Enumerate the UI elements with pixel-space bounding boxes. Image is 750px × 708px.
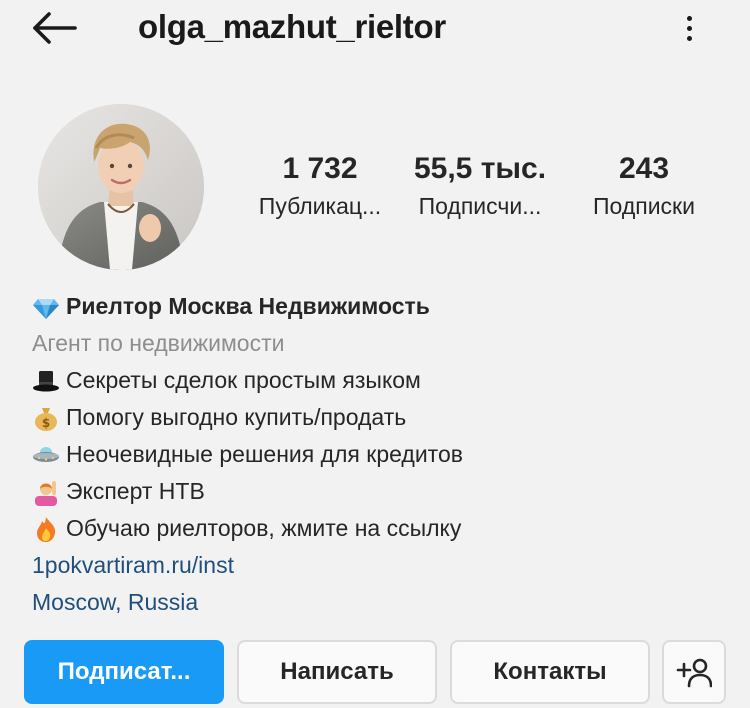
stat-followers[interactable]: 55,5 тыс. Подписчи...	[404, 150, 556, 224]
stat-followers-value: 55,5 тыс.	[413, 152, 547, 185]
bio-line-text: Помогу выгодно купить/продать	[66, 404, 407, 430]
profile-avatar[interactable]	[38, 104, 204, 270]
flying-saucer-icon	[33, 446, 59, 462]
more-options-button[interactable]	[672, 8, 706, 48]
bio-name-row: Риелтор Москва Недвижимость	[32, 288, 732, 325]
add-user-icon	[676, 658, 712, 688]
bio-category: Агент по недвижимости	[32, 330, 285, 356]
more-vertical-icon	[686, 15, 692, 21]
bio-name: Риелтор Москва Недвижимость	[66, 293, 430, 319]
top-hat-icon	[33, 370, 59, 391]
bio-line: Секреты сделок простым языком	[32, 362, 732, 399]
woman-raising-hand-icon	[35, 480, 57, 506]
bio-line: $ Помогу выгодно купить/продать	[32, 399, 732, 436]
bio-line-text: Эксперт НТВ	[66, 478, 205, 504]
stat-following-label: Подписки	[593, 193, 695, 219]
diamond-icon	[33, 298, 59, 319]
suggested-users-button[interactable]	[662, 640, 726, 704]
stat-posts[interactable]: 1 732 Публикац...	[246, 150, 394, 224]
stat-followers-label: Подписчи...	[418, 193, 542, 219]
bio-line: Обучаю риелторов, жмите на ссылку	[32, 510, 732, 547]
bio-location-link[interactable]: Moscow, Russia	[32, 584, 732, 621]
bio-line-text: Секреты сделок простым языком	[66, 367, 421, 393]
back-button[interactable]	[30, 10, 78, 46]
stat-following-value: 243	[618, 152, 670, 185]
svg-text:$: $	[42, 416, 50, 430]
top-bar: olga_mazhut_rieltor	[0, 0, 750, 60]
message-button[interactable]: Написать	[237, 640, 437, 704]
stat-posts-value: 1 732	[282, 152, 358, 185]
arrow-left-icon	[33, 12, 77, 44]
bio-line: Неочевидные решения для кредитов	[32, 436, 732, 473]
bio-line-text: Неочевидные решения для кредитов	[66, 441, 463, 467]
money-bag-icon: $	[35, 407, 57, 431]
profile-username: olga_mazhut_rieltor	[138, 8, 446, 45]
contacts-button[interactable]: Контакты	[450, 640, 650, 704]
bio-website-link[interactable]: 1pokvartiram.ru/inst	[32, 547, 732, 584]
profile-bio: Риелтор Москва Недвижимость Агент по нед…	[32, 288, 732, 621]
stat-following[interactable]: 243 Подписки	[578, 150, 710, 224]
profile-actions: Подписат... Написать Контакты	[24, 640, 726, 706]
bio-line: Эксперт НТВ	[32, 473, 732, 510]
stat-posts-label: Публикац...	[258, 193, 382, 219]
bio-line-text: Обучаю риелторов, жмите на ссылку	[66, 515, 462, 541]
follow-button[interactable]: Подписат...	[24, 640, 224, 704]
fire-icon	[37, 516, 56, 542]
avatar-photo	[38, 104, 204, 270]
